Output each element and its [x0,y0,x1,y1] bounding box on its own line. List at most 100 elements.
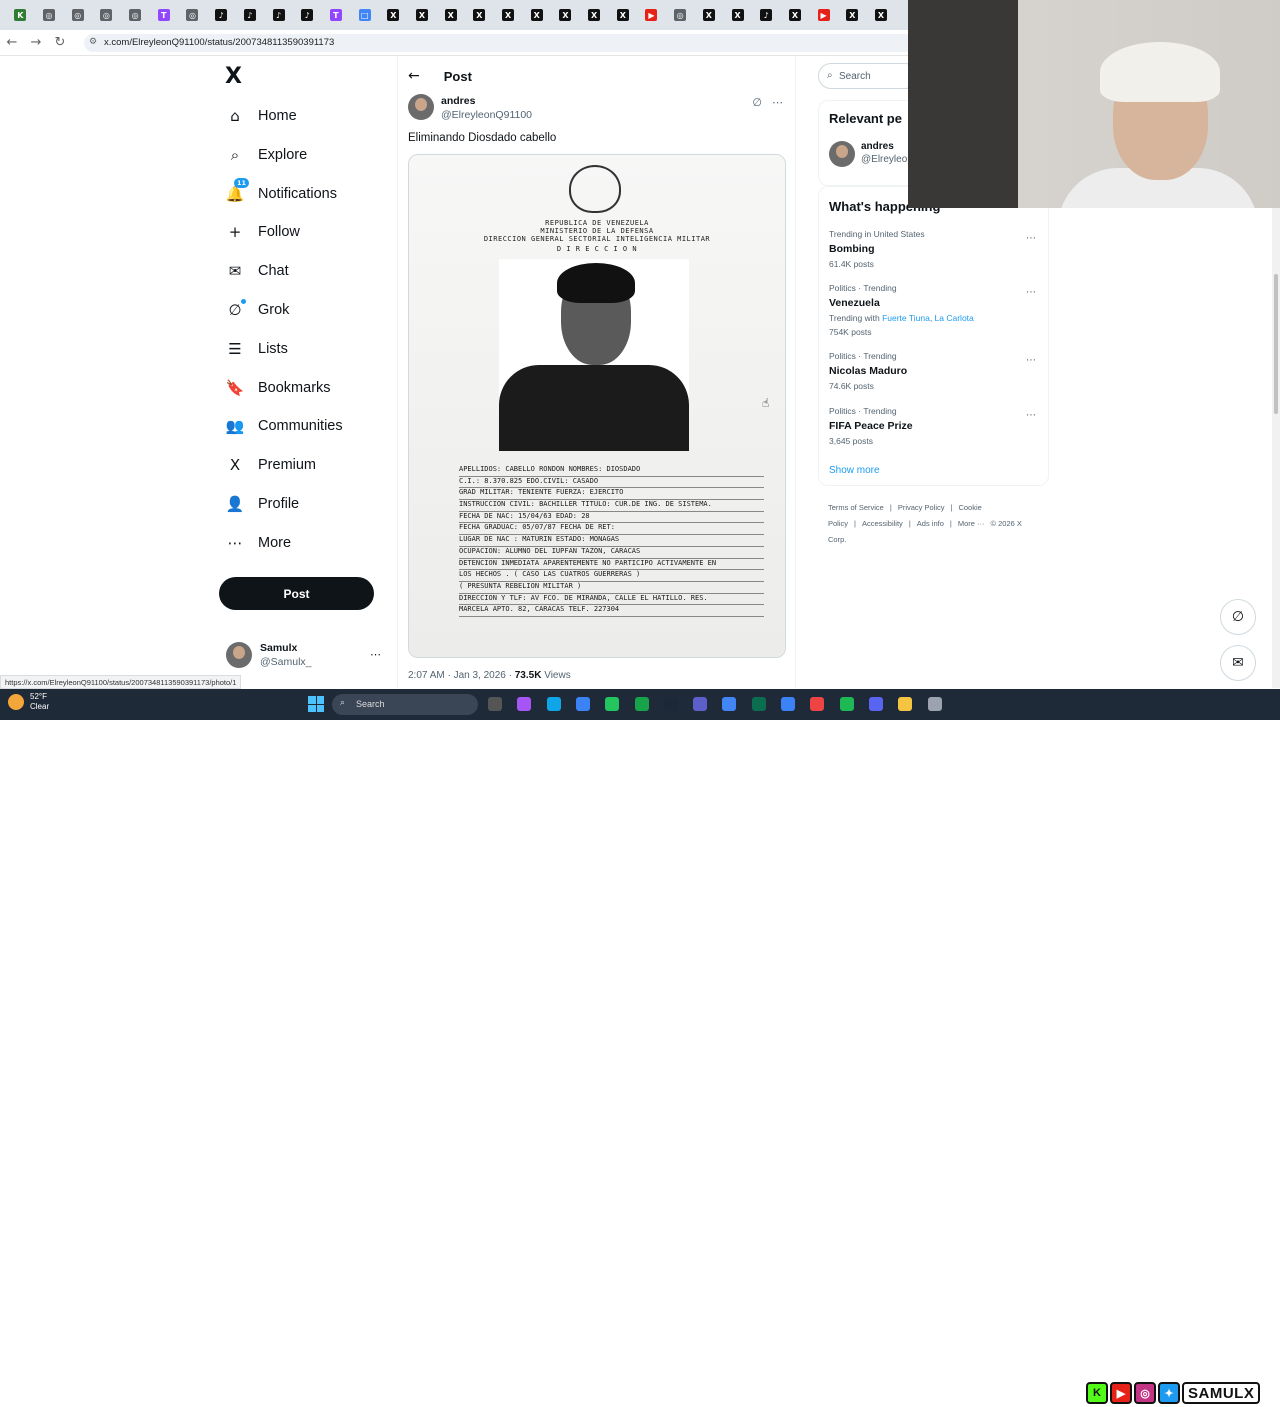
outlook-icon[interactable] [575,697,590,711]
footer-link[interactable]: Accessibility [862,519,903,528]
explorer-icon[interactable] [898,697,913,711]
browser-tab[interactable]: X [580,2,609,28]
post-time[interactable]: 2:07 AM · Jan 3, 2026 · [408,670,515,681]
post-more-icon[interactable]: ⋯ [772,96,783,109]
url-field[interactable]: ⚙ x.com/ElreyleonQ91100/status/200734811… [84,34,914,52]
page-scrollbar[interactable] [1272,208,1280,688]
trend-link[interactable]: La Carlota [935,313,974,323]
grok-explain-icon[interactable]: ∅ [752,96,762,109]
nav-item-communities[interactable]: 👥 Communities [226,411,343,441]
nav-item-notifications[interactable]: 🔔 11 Notifications [226,177,337,209]
browser-tab[interactable]: X [379,2,408,28]
trend-link[interactable]: Fuerte Tiuna [882,313,930,323]
trend-item[interactable]: Politics · Trending Nicolas Maduro 74.6K p… [829,351,907,391]
browser-tab[interactable]: ▶ [809,2,838,28]
trend-more-icon[interactable]: ⋯ [1026,355,1036,366]
browser-tab[interactable]: K [6,2,35,28]
footer-link[interactable]: Ads info [917,519,944,528]
discord-icon[interactable] [868,697,883,711]
show-more-link[interactable]: Show more [829,465,880,476]
browser-tab[interactable]: T [149,2,178,28]
reload-icon[interactable]: ↻ [48,35,72,50]
messages-float-icon[interactable]: ✉ [1220,645,1256,681]
browser-tab[interactable]: ◎ [63,2,92,28]
author-avatar[interactable] [408,94,434,120]
trend-name[interactable]: Nicolas Maduro [829,365,907,377]
back-arrow-icon[interactable]: ← [408,68,420,84]
browser-tab[interactable]: X [408,2,437,28]
trend-name[interactable]: Venezuela [829,297,974,309]
browser-tab[interactable]: X [436,2,465,28]
trend-item[interactable]: Politics · Trending Venezuela Trending wit… [829,283,974,337]
browser-tab[interactable]: ◎ [666,2,695,28]
browser-tab[interactable]: X [695,2,724,28]
browser-tab[interactable]: X [494,2,523,28]
spotify-icon[interactable] [839,697,854,711]
browser-tab[interactable]: X [867,2,896,28]
trend-more-icon[interactable]: ⋯ [1026,287,1036,298]
nav-item-lists[interactable]: ☰ Lists [226,334,288,364]
browser-tab[interactable]: ▶ [637,2,666,28]
forward-icon[interactable]: → [24,35,48,50]
browser-tab[interactable]: X [838,2,867,28]
search-input[interactable]: ⌕ Search [818,63,918,89]
trend-more-icon[interactable]: ⋯ [1026,410,1036,421]
nav-item-profile[interactable]: 👤 Profile [226,489,299,519]
chrome-icon[interactable] [722,697,737,711]
trend-more-icon[interactable]: ⋯ [1026,233,1036,244]
task-view-icon[interactable] [488,697,502,711]
relevant-name[interactable]: andres [861,141,913,152]
steam-icon[interactable] [634,697,649,711]
site-info-icon[interactable]: ⚙ [89,37,97,47]
back-icon[interactable]: ← [0,35,24,50]
nav-item-home[interactable]: ⌂ Home [226,101,296,131]
nav-item-follow[interactable]: + Follow [226,217,300,247]
browser-tab[interactable]: □ [350,2,379,28]
taskbar-search[interactable]: ⌕ Search [332,694,478,715]
teams-icon[interactable] [693,697,708,711]
trend-name[interactable]: FIFA Peace Prize [829,420,913,432]
relevant-person[interactable]: andres @Elreyleon [829,141,913,167]
whatsapp-icon[interactable] [605,697,620,711]
nav-item-chat[interactable]: ✉ Chat [226,256,289,286]
browser-tab[interactable]: T [322,2,351,28]
app-icon[interactable] [751,697,766,711]
trend-item[interactable]: Trending in United States Bombing 61.4K po… [829,229,925,269]
nav-item-premium[interactable]: X Premium [226,450,316,480]
weather-widget[interactable]: 52°F Clear [8,692,49,712]
app2-icon[interactable] [810,697,825,711]
copilot-icon[interactable] [517,697,532,711]
footer-link[interactable]: More ··· [958,519,985,528]
windows-start-icon[interactable] [308,696,324,712]
nav-item-grok[interactable]: ∅ Grok [226,295,289,325]
nav-item-bookmarks[interactable]: 🔖 Bookmarks [226,373,331,403]
post-image[interactable]: REPUBLICA DE VENEZUELA MINISTERIO DE LA … [408,154,786,658]
browser-tab[interactable]: ♪ [752,2,781,28]
browser-tab[interactable]: X [781,2,810,28]
footer-link[interactable]: Terms of Service [828,503,884,512]
grok-float-icon[interactable]: ∅ [1220,599,1256,635]
browser-tab[interactable]: ♪ [264,2,293,28]
vscode-icon[interactable] [781,697,795,711]
post-author[interactable]: andres @ElreyleonQ91100 [408,94,532,121]
browser-tab[interactable]: X [723,2,752,28]
account-more-icon[interactable]: ⋯ [370,648,381,661]
browser-tab[interactable]: X [522,2,551,28]
author-handle[interactable]: @ElreyleonQ91100 [441,109,532,121]
nav-item-more[interactable]: ⋯ More [226,528,292,558]
media-icon[interactable] [927,697,942,711]
browser-tab[interactable]: X [551,2,580,28]
trend-item[interactable]: Politics · Trending FIFA Peace Prize 3,645… [829,406,913,446]
browser-tab[interactable]: X [465,2,494,28]
post-button[interactable]: Post [219,577,374,610]
steam2-icon[interactable] [663,697,678,711]
browser-tab[interactable]: ◎ [92,2,121,28]
browser-tab[interactable]: X [608,2,637,28]
edge-icon[interactable] [546,697,561,711]
browser-tab[interactable]: ◎ [35,2,64,28]
account-switcher[interactable]: Samulx @Samulx_ ⋯ [226,642,381,668]
browser-tab[interactable]: ♪ [236,2,265,28]
x-logo-icon[interactable]: X [225,64,242,89]
nav-item-explore[interactable]: ⌕ Explore [226,140,307,170]
footer-link[interactable]: Privacy Policy [898,503,945,512]
